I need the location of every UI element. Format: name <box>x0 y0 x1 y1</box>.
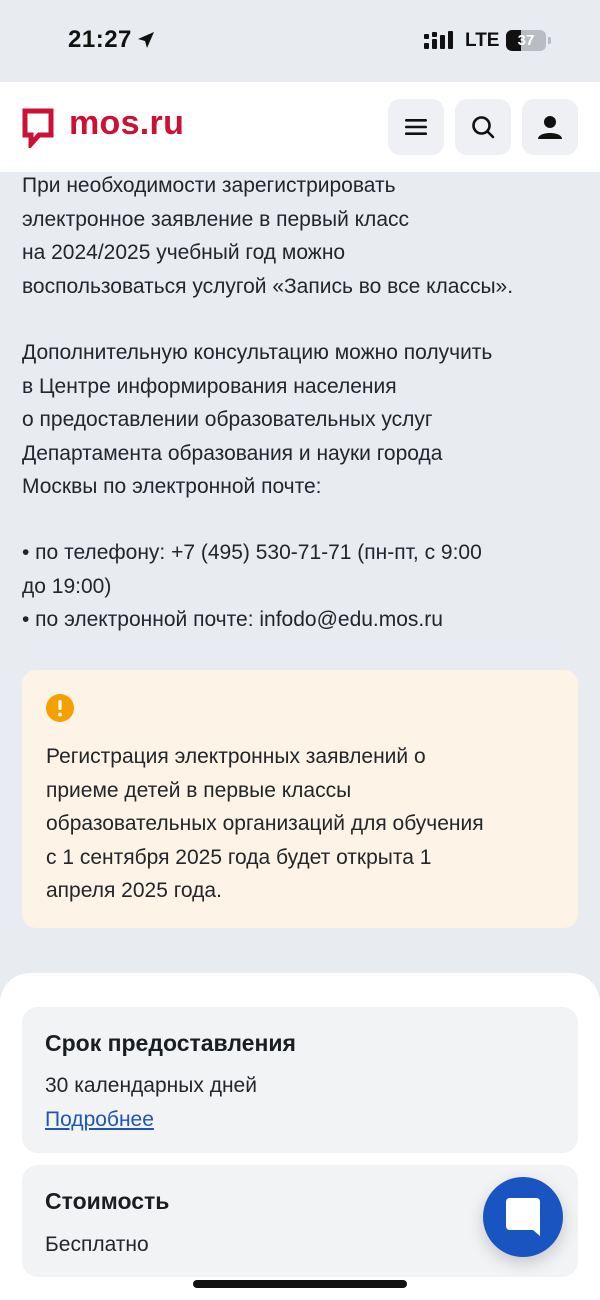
text-line: электронное заявление в первый класс <box>22 207 409 231</box>
search-icon <box>472 116 495 139</box>
text-line: образовательных организаций для обучения <box>46 812 484 835</box>
network-type: LTE <box>465 30 500 51</box>
text-line: на 2024/2025 учебный год можно <box>22 241 346 264</box>
warning-icon <box>46 694 74 722</box>
cost-value: Бесплатно <box>45 1233 149 1256</box>
term-value: 30 календарных дней <box>45 1074 257 1097</box>
email-contact[interactable]: • по электронной почте: infodo@edu.mos.r… <box>22 603 588 637</box>
text-line: Москвы по электронной почте: <box>22 475 322 498</box>
term-title: Срок предоставления <box>45 1030 296 1056</box>
chat-icon <box>506 1198 540 1236</box>
battery-percent: 37 <box>517 32 535 49</box>
details-link[interactable]: Подробнее <box>45 1108 154 1132</box>
phone-contact[interactable]: • по телефону: +7 (495) 530-71-71 (пн-пт… <box>22 536 588 570</box>
status-time: 21:27 <box>68 26 132 53</box>
text-line: в Центре информирования населения <box>22 374 397 398</box>
profile-button[interactable] <box>522 99 578 155</box>
term-card: Срок предоставления 30 календарных дней … <box>22 1007 578 1153</box>
mosru-logo-icon[interactable] <box>22 108 54 148</box>
cost-title: Стоимость <box>45 1188 170 1214</box>
signal-icon <box>424 31 453 49</box>
battery-indicator: 37 <box>506 30 546 51</box>
site-logo-text[interactable]: mos.ru <box>69 104 184 143</box>
text-line: приеме детей в первые классы <box>46 778 352 802</box>
chat-button[interactable] <box>483 1177 563 1257</box>
text-line: апреля 2025 года. <box>46 879 222 902</box>
search-button[interactable] <box>455 99 511 155</box>
consultation-paragraph: Дополнительную консультацию можно получи… <box>22 336 588 504</box>
location-arrow-icon <box>138 32 154 48</box>
menu-button[interactable] <box>388 99 444 155</box>
registration-paragraph: При необходимости зарегистрировать элект… <box>22 169 588 303</box>
text-line: воспользоваться услугой «Запись во все к… <box>22 274 514 298</box>
battery-cap <box>548 37 551 44</box>
text-line: Регистрация электронных заявлений о <box>46 745 426 768</box>
alert-message: Регистрация электронных заявлений о прие… <box>46 740 556 908</box>
text-line: с 1 сентября 2025 года будет открыта 1 <box>46 845 432 869</box>
text-line: Департамента образования и науки города <box>22 441 443 465</box>
phone-contact-hours: до 19:00) <box>22 574 112 598</box>
text-line: о предоставлении образовательных услуг <box>22 408 433 431</box>
home-indicator[interactable] <box>193 1280 407 1288</box>
registration-alert: Регистрация электронных заявлений о прие… <box>22 670 578 928</box>
menu-icon <box>405 119 427 135</box>
text-line: Дополнительную консультацию можно получи… <box>22 341 493 364</box>
status-bar: 21:27 LTE 37 <box>0 0 600 82</box>
contacts-list: • по телефону: +7 (495) 530-71-71 (пн-пт… <box>22 536 588 637</box>
text-line: При необходимости зарегистрировать <box>22 174 396 197</box>
user-icon <box>538 116 562 139</box>
